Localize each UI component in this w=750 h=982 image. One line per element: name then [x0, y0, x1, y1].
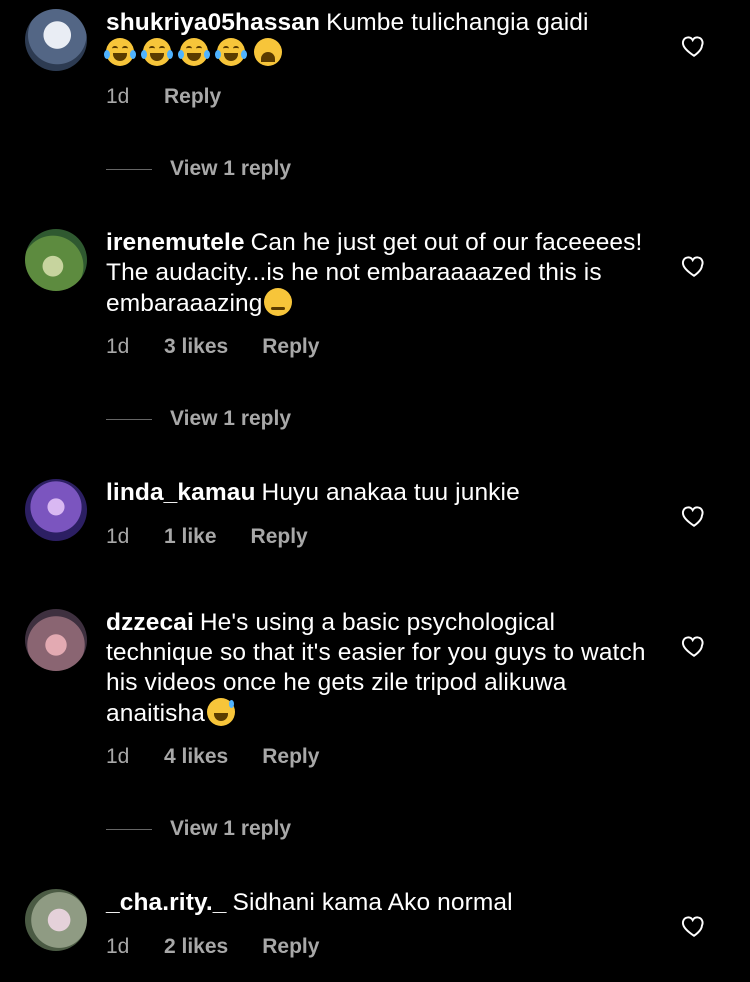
face-with-tears-of-joy-icon [214, 38, 247, 66]
comment-time: 1d [106, 85, 130, 108]
heart-icon[interactable] [680, 253, 708, 279]
comment-text: dzzecai He's using a basic psychological … [106, 608, 666, 729]
comment-time: 1d [106, 745, 130, 768]
comment-meta: 1d 2 likes Reply [106, 932, 319, 962]
comment-username[interactable]: _cha.rity._ [106, 889, 227, 916]
divider-line [106, 168, 152, 170]
unamused-face-icon [264, 288, 293, 316]
avatar[interactable] [25, 479, 87, 541]
comment-username[interactable]: shukriya05hassan [106, 9, 320, 36]
face-with-tears-of-joy-icon [104, 38, 136, 66]
avatar[interactable] [25, 229, 87, 291]
divider-line [106, 828, 152, 830]
comment-meta: 1d 3 likes Reply [106, 332, 319, 362]
comment-likes[interactable]: 2 likes [164, 935, 228, 959]
comment-body: Sidhani kama Ako normal [232, 889, 513, 916]
comment-likes[interactable]: 1 like [164, 525, 217, 549]
view-replies-label[interactable]: View 1 reply [170, 817, 291, 841]
avatar[interactable] [25, 9, 87, 71]
comment-text: linda_kamau Huyu anakaa tuu junkie [106, 478, 666, 508]
heart-icon[interactable] [680, 633, 708, 659]
face-with-tears-of-joy-icon [177, 38, 210, 66]
comment-likes[interactable]: 4 likes [164, 745, 228, 769]
heart-icon[interactable] [680, 33, 708, 59]
grinning-face-with-sweat-icon [206, 698, 235, 726]
heart-icon[interactable] [680, 913, 708, 939]
reply-button[interactable]: Reply [164, 85, 221, 109]
comment-time: 1d [106, 335, 130, 358]
comment-username[interactable]: dzzecai [106, 609, 194, 636]
comment-likes[interactable]: 3 likes [164, 335, 228, 359]
comment-time: 1d [106, 525, 130, 548]
reply-button[interactable]: Reply [262, 745, 319, 769]
face-with-tears-of-joy-icon [140, 38, 173, 66]
comment-meta: 1d 1 like Reply [106, 522, 308, 552]
view-replies-label[interactable]: View 1 reply [170, 157, 291, 181]
comment-text: _cha.rity._ Sidhani kama Ako normal [106, 888, 666, 918]
comment-body: Kumbe tulichangia gaidi [326, 9, 589, 36]
comment-meta: 1d 4 likes Reply [106, 742, 319, 772]
emoji-group [104, 38, 284, 67]
comment-username[interactable]: linda_kamau [106, 479, 256, 506]
divider-line [106, 418, 152, 420]
comment-text: irenemutele Can he just get out of our fa… [106, 228, 666, 319]
reply-button[interactable]: Reply [262, 335, 319, 359]
comment-body: Huyu anakaa tuu junkie [261, 479, 520, 506]
view-replies-button[interactable]: View 1 reply [106, 814, 291, 844]
view-replies-label[interactable]: View 1 reply [170, 407, 291, 431]
heart-icon[interactable] [680, 503, 708, 529]
avatar[interactable] [25, 609, 87, 671]
reply-button[interactable]: Reply [251, 525, 308, 549]
weary-face-icon [253, 38, 282, 66]
view-replies-button[interactable]: View 1 reply [106, 404, 291, 434]
comment-time: 1d [106, 935, 130, 958]
comment-username[interactable]: irenemutele [106, 229, 245, 256]
avatar[interactable] [25, 889, 87, 951]
comment-meta: 1d Reply [106, 82, 221, 112]
view-replies-button[interactable]: View 1 reply [106, 154, 291, 184]
reply-button[interactable]: Reply [262, 935, 319, 959]
comment-text: shukriya05hassan Kumbe tulichangia gaidi [104, 8, 666, 69]
